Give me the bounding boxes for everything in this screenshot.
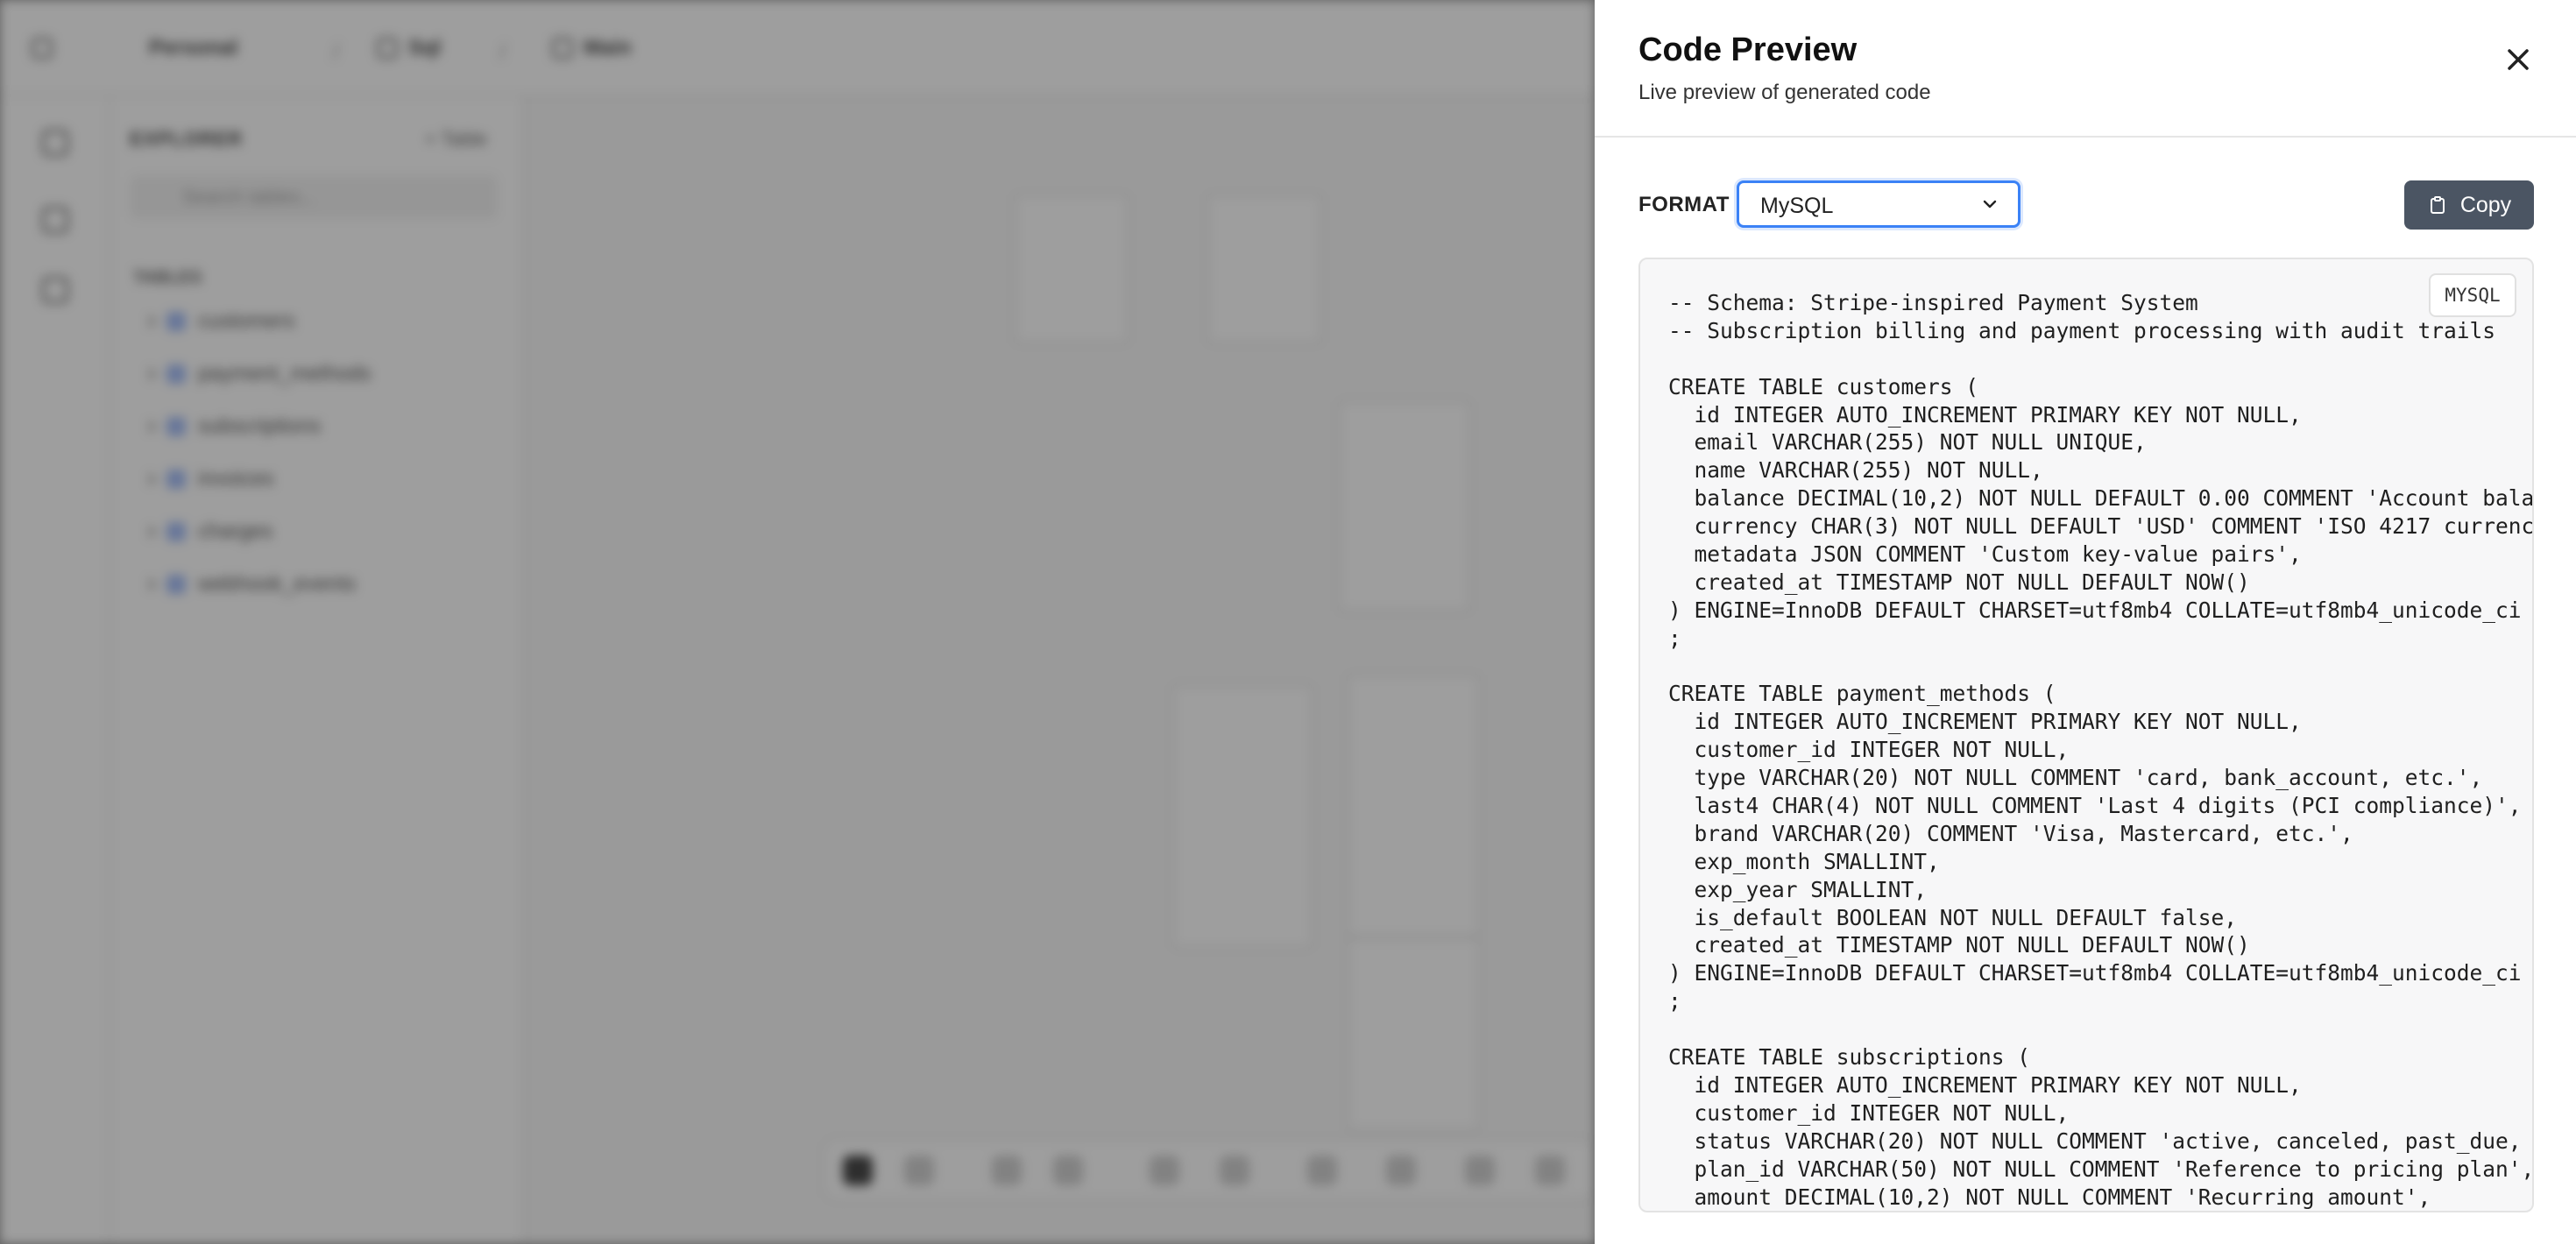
close-button[interactable] [2501,42,2536,77]
code-line: CREATE TABLE subscriptions ( [1668,1044,2031,1071]
code-line: ; [1668,988,1681,1014]
code-content: -- Schema: Stripe-inspired Payment Syste… [1668,289,2534,1211]
code-line: CREATE TABLE payment_methods ( [1668,681,2056,707]
code-line: metadata JSON COMMENT 'Custom key-value … [1668,541,2302,568]
code-line: exp_year SMALLINT, [1668,876,1928,902]
code-line: created_at TIMESTAMP NOT NULL DEFAULT NO… [1668,569,2250,595]
code-line: ) ENGINE=InnoDB DEFAULT CHARSET=utf8mb4 … [1668,960,2522,986]
code-line: id INTEGER AUTO_INCREMENT PRIMARY KEY NO… [1668,401,2302,428]
code-line: id INTEGER AUTO_INCREMENT PRIMARY KEY NO… [1668,1071,2302,1098]
code-line: plan_id VARCHAR(50) NOT NULL COMMENT 'Re… [1668,1156,2534,1182]
code-line: id INTEGER AUTO_INCREMENT PRIMARY KEY NO… [1668,709,2302,735]
code-line: exp_month SMALLINT, [1668,848,1940,874]
code-line: ) ENGINE=InnoDB DEFAULT CHARSET=utf8mb4 … [1668,597,2522,623]
code-line: is_default BOOLEAN NOT NULL DEFAULT fals… [1668,904,2238,930]
chevron-down-icon [1981,195,1999,213]
code-line: created_at TIMESTAMP NOT NULL DEFAULT NO… [1668,932,2250,958]
copy-button[interactable]: Copy [2404,180,2534,230]
close-icon [2501,49,2536,81]
code-line: last4 CHAR(4) NOT NULL COMMENT 'Last 4 d… [1668,793,2522,819]
format-select-value: MySQL [1760,194,1834,218]
language-badge: MYSQL [2429,273,2516,317]
code-line: ; [1668,625,1681,651]
code-preview-panel: Code Preview Live preview of generated c… [1595,0,2576,1244]
code-line: email VARCHAR(255) NOT NULL UNIQUE, [1668,429,2147,456]
code-line: customer_id INTEGER NOT NULL, [1668,737,2070,763]
format-label: FORMAT [1638,193,1730,216]
modal-backdrop[interactable] [0,0,1595,1244]
code-line: brand VARCHAR(20) COMMENT 'Visa, Masterc… [1668,820,2353,846]
clipboard-icon [2427,194,2448,216]
code-block[interactable]: -- Schema: Stripe-inspired Payment Syste… [1638,258,2534,1212]
panel-title: Code Preview [1638,32,1858,68]
code-line: type VARCHAR(20) NOT NULL COMMENT 'card,… [1668,765,2483,791]
code-line: status VARCHAR(20) NOT NULL COMMENT 'act… [1668,1127,2534,1154]
format-select[interactable]: MySQL [1737,180,2020,228]
panel-header: Code Preview Live preview of generated c… [1595,0,2576,138]
panel-subtitle: Live preview of generated code [1638,81,1931,104]
code-line: -- Schema: Stripe-inspired Payment Syste… [1668,290,2198,315]
code-line: customer_id INTEGER NOT NULL, [1668,1099,2070,1126]
code-line: balance DECIMAL(10,2) NOT NULL DEFAULT 0… [1668,485,2534,512]
copy-button-label: Copy [2459,192,2512,217]
code-line: -- Subscription billing and payment proc… [1668,317,2496,343]
code-line: name VARCHAR(255) NOT NULL, [1668,457,2043,484]
code-line: CREATE TABLE customers ( [1668,373,1979,399]
code-line: amount DECIMAL(10,2) NOT NULL COMMENT 'R… [1668,1184,2431,1210]
code-line: currency CHAR(3) NOT NULL DEFAULT 'USD' … [1668,513,2534,540]
